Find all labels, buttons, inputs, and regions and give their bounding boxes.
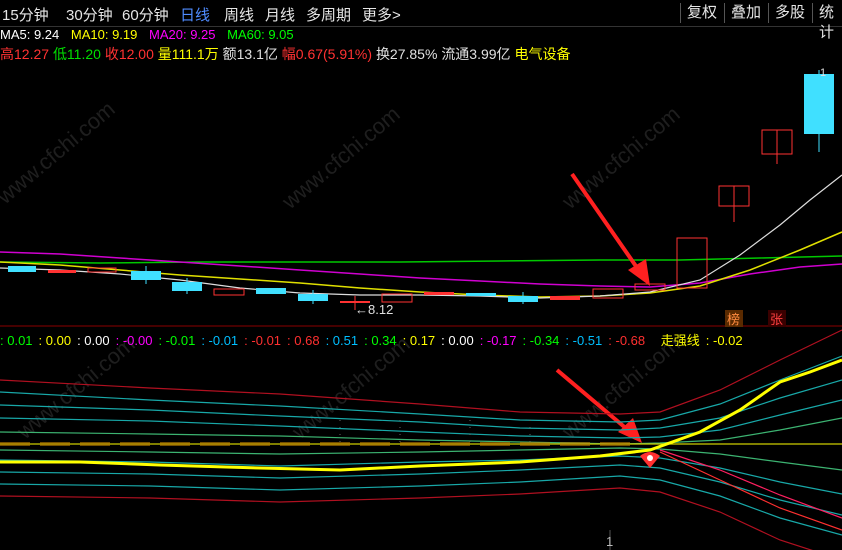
watermark: www.cfchi.com — [0, 96, 120, 209]
chevron-right-icon: > — [392, 7, 401, 24]
watermark: www.cfchi.com — [11, 331, 139, 444]
indicator-value: : -0.51 — [565, 333, 603, 348]
candle-up — [424, 292, 454, 295]
indicator-value: : 0.17 — [402, 333, 436, 348]
indicator-value: : 0.01 — [0, 333, 33, 348]
float-shares: 流通3.99亿 — [441, 46, 511, 62]
signal-marker-icon — [640, 452, 660, 468]
annotation-arrow-top — [570, 172, 650, 286]
indicator-value: : 0.00 — [77, 333, 110, 348]
tab-monthly[interactable]: 月线 — [265, 4, 295, 25]
tab-15min[interactable]: 15分钟 — [2, 4, 49, 25]
statistics-button[interactable]: 统计 — [812, 3, 842, 41]
indicator-value: : -0.17 — [479, 333, 517, 348]
low-price-annotation: ←8.12 — [355, 302, 393, 317]
candle-down — [256, 288, 286, 294]
high-price-annotation: 1 — [820, 67, 826, 79]
sector-name[interactable]: 电气设备 — [514, 46, 570, 62]
indicator-values: : 0.01 : 0.00 : 0.00 : -0.00 : -0.01 : -0.01:… — [0, 333, 651, 348]
indicator-value: : 0.68 — [287, 333, 320, 348]
tab-multi-period[interactable]: 多周期 — [306, 4, 351, 25]
change-value: 0.67(5.91%) — [295, 46, 373, 62]
candle-up — [550, 296, 580, 300]
quote-info: 高12.27 低11.20 收12.00 量111.1万 额13.1亿 幅0.6… — [0, 44, 570, 62]
low-price: 低11.20 — [52, 46, 101, 62]
candle-down — [508, 296, 538, 302]
candle-up — [213, 288, 245, 296]
tab-more-label: 更多 — [362, 7, 393, 24]
ma60-line — [0, 255, 842, 264]
bottom-cursor-label: 1 — [606, 534, 613, 549]
restore-rights-button[interactable]: 复权 — [680, 3, 723, 23]
candle-down — [172, 282, 202, 291]
badge-zhang[interactable]: 张 — [770, 312, 783, 327]
indicator-value: : -0.34 — [522, 333, 560, 348]
candle-down — [466, 293, 496, 296]
indicator-value: : 0.00 — [38, 333, 72, 348]
indicator-value: : -0.01 — [244, 333, 282, 348]
candle-down — [131, 271, 161, 280]
candle-down — [298, 294, 328, 301]
indicator-value: : 0.34 — [364, 333, 397, 348]
ma10-line — [0, 231, 842, 298]
tab-weekly[interactable]: 周线 — [224, 4, 254, 25]
change-label: 幅 — [281, 46, 296, 62]
watermark: www.cfchi.com — [556, 101, 684, 214]
amount: 额13.1亿 — [222, 46, 278, 62]
indicator-value: : 0.51 — [325, 333, 359, 348]
tab-30min[interactable]: 30分钟 — [66, 4, 113, 25]
close-price: 收12.00 — [104, 46, 154, 62]
high-price: 高12.27 — [0, 46, 50, 62]
indicator-legend: : 0.01 : 0.00 : 0.00 : -0.00 : -0.01 : -0.01:… — [0, 330, 842, 348]
kline-chart[interactable]: www.cfchi.com www.cfchi.com www.cfchi.co… — [0, 0, 842, 550]
strength-line-value: : -0.02 — [705, 333, 743, 348]
ma5-value: MA5: 9.24 — [0, 27, 60, 42]
indicator-value: : -0.01 — [158, 333, 196, 348]
volume: 量111.1万 — [157, 46, 219, 62]
tab-60min[interactable]: 60分钟 — [122, 4, 169, 25]
candle-down — [8, 266, 36, 272]
strength-line-label: 走强线 — [660, 333, 700, 348]
overlay-button[interactable]: 叠加 — [724, 3, 767, 23]
indicator-bands — [0, 329, 842, 550]
ma-legend: MA5: 9.24 MA10: 9.19 MA20: 9.25 MA60: 9.… — [0, 27, 302, 45]
indicator-value: : -0.00 — [115, 333, 153, 348]
candle-down — [804, 74, 834, 134]
indicator-value: : -0.68 — [608, 333, 646, 348]
candle-up — [676, 237, 708, 289]
tab-daily[interactable]: 日线 — [180, 4, 210, 25]
indicator-value: : -0.01 — [201, 333, 239, 348]
ma10-value: MA10: 9.19 — [70, 27, 138, 42]
ma60-value: MA60: 9.05 — [227, 27, 294, 42]
candle-up — [48, 270, 76, 273]
period-toolbar: 15分钟 30分钟 60分钟 日线 周线 月线 多周期 更多> 复权 叠加 多股… — [0, 0, 842, 41]
ma20-value: MA20: 9.25 — [149, 27, 216, 42]
multi-stock-button[interactable]: 多股 — [768, 3, 811, 23]
tab-more[interactable]: 更多> — [362, 4, 401, 25]
turnover: 换27.85% — [375, 46, 438, 62]
watermark: www.cfchi.com — [276, 101, 404, 214]
badge-bang[interactable]: 榜 — [727, 312, 740, 327]
indicator-value: : 0.00 — [441, 333, 474, 348]
